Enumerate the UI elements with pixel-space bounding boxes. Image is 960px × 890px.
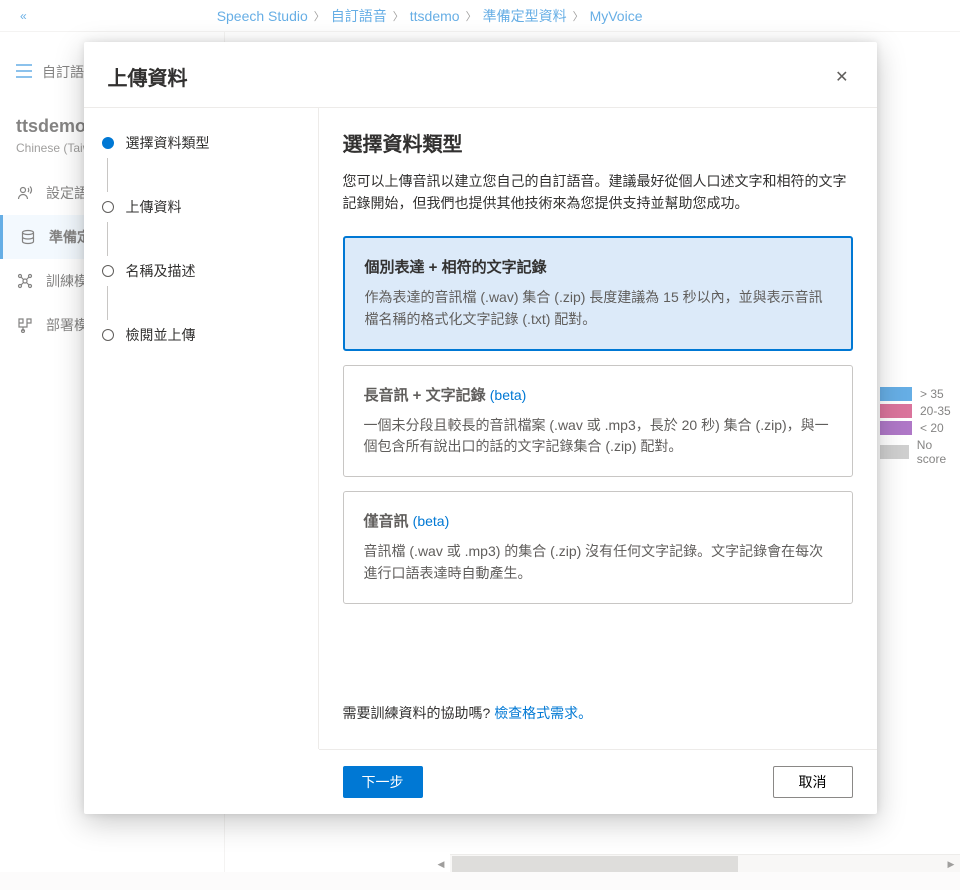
step-dot-icon <box>102 265 114 277</box>
step-dot-icon <box>102 137 114 149</box>
step-dot-icon <box>102 329 114 341</box>
cancel-button[interactable]: 取消 <box>773 766 853 798</box>
card-title-text: 僅音訊 <box>364 513 413 530</box>
modal-title: 上傳資料 <box>108 62 188 91</box>
step-connector <box>107 222 108 256</box>
step-label: 上傳資料 <box>126 197 182 217</box>
card-title-text: 個別表達 + 相符的文字記錄 <box>365 259 547 276</box>
next-button[interactable]: 下一步 <box>343 766 423 798</box>
modal-overlay: 上傳資料 ✕ 選擇資料類型 上傳資料 名稱及描述 <box>0 0 960 890</box>
step-label: 名稱及描述 <box>126 261 196 281</box>
step-connector <box>107 286 108 320</box>
help-text: 需要訓練資料的協助嗎? 檢查格式需求。 <box>343 703 853 723</box>
wizard-step-select-type[interactable]: 選擇資料類型 <box>102 128 300 158</box>
card-title-text: 長音訊 + 文字記錄 <box>364 387 490 404</box>
step-label: 檢閱並上傳 <box>126 325 196 345</box>
card-title: 長音訊 + 文字記錄 (beta) <box>364 384 832 405</box>
beta-badge: (beta) <box>413 513 450 529</box>
card-description: 作為表達的音訊檔 (.wav) 集合 (.zip) 長度建議為 15 秒以內，並… <box>365 287 831 330</box>
wizard-step-review[interactable]: 檢閱並上傳 <box>102 320 300 350</box>
modal-header: 上傳資料 ✕ <box>84 42 877 107</box>
wizard-steps: 選擇資料類型 上傳資料 名稱及描述 檢閱並上傳 <box>84 108 319 749</box>
beta-badge: (beta) <box>490 387 527 403</box>
close-icon[interactable]: ✕ <box>831 63 852 91</box>
step-connector <box>107 158 108 192</box>
step-dot-icon <box>102 201 114 213</box>
step-title: 選擇資料類型 <box>343 128 853 157</box>
wizard-step-name-desc[interactable]: 名稱及描述 <box>102 256 300 286</box>
upload-data-modal: 上傳資料 ✕ 選擇資料類型 上傳資料 名稱及描述 <box>84 42 877 814</box>
step-description: 您可以上傳音訊以建立您自己的自訂語音。建議最好從個人口述文字和相符的文字記錄開始… <box>343 171 853 214</box>
wizard-step-upload[interactable]: 上傳資料 <box>102 192 300 222</box>
data-type-card-audio-only[interactable]: 僅音訊 (beta) 音訊檔 (.wav 或 .mp3) 的集合 (.zip) … <box>343 491 853 603</box>
card-title: 個別表達 + 相符的文字記錄 <box>365 256 831 277</box>
modal-main-content: 選擇資料類型 您可以上傳音訊以建立您自己的自訂語音。建議最好從個人口述文字和相符… <box>319 108 877 749</box>
help-text-label: 需要訓練資料的協助嗎? <box>343 705 495 721</box>
card-description: 音訊檔 (.wav 或 .mp3) 的集合 (.zip) 沒有任何文字記錄。文字… <box>364 541 832 584</box>
data-type-card-long-audio[interactable]: 長音訊 + 文字記錄 (beta) 一個未分段且較長的音訊檔案 (.wav 或 … <box>343 365 853 477</box>
modal-body: 選擇資料類型 上傳資料 名稱及描述 檢閱並上傳 <box>84 107 877 749</box>
modal-footer: 下一步 取消 <box>319 749 877 814</box>
help-link[interactable]: 檢查格式需求。 <box>494 705 592 721</box>
card-title: 僅音訊 (beta) <box>364 510 832 531</box>
step-label: 選擇資料類型 <box>126 133 210 153</box>
data-type-card-utterance-transcript[interactable]: 個別表達 + 相符的文字記錄 作為表達的音訊檔 (.wav) 集合 (.zip)… <box>343 236 853 350</box>
card-description: 一個未分段且較長的音訊檔案 (.wav 或 .mp3，長於 20 秒) 集合 (… <box>364 415 832 458</box>
